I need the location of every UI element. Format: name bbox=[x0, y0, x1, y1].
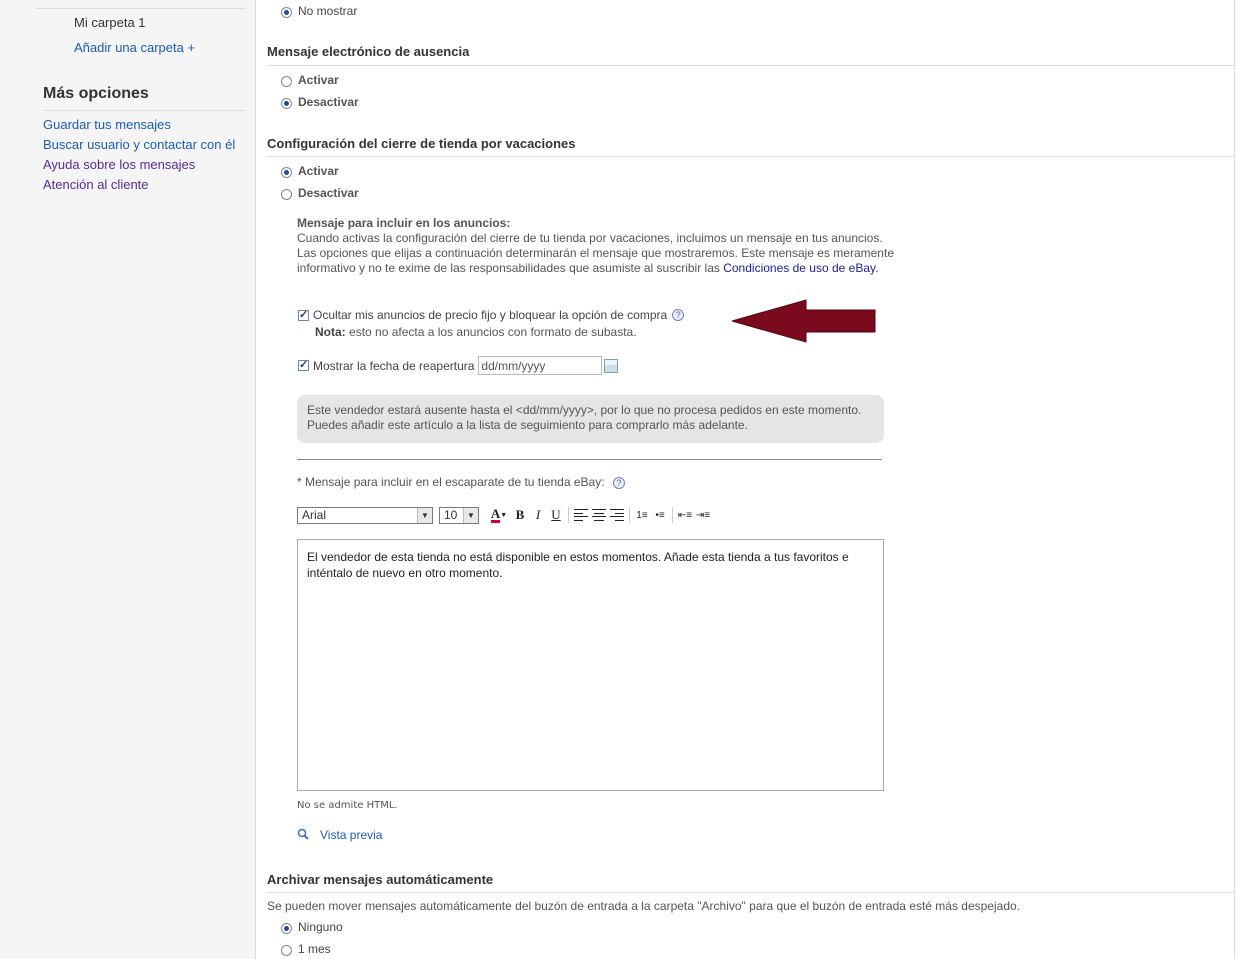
info-text-end: . bbox=[875, 261, 879, 275]
font-color-icon[interactable]: A ▼ bbox=[487, 506, 511, 524]
radio-button[interactable] bbox=[281, 167, 292, 178]
bullet-list-icon[interactable]: •≡ bbox=[651, 506, 669, 524]
editor-toolbar: Arial ▼ 10 ▼ A ▼ B I U 1≡ •≡ ⇤≡ ⇥≡ bbox=[297, 505, 712, 525]
radio-label: Ninguno bbox=[298, 919, 343, 934]
chevron-down-icon: ▼ bbox=[417, 507, 432, 523]
align-center-icon[interactable] bbox=[590, 506, 608, 524]
calendar-icon[interactable] bbox=[604, 358, 619, 373]
chevron-down-icon: ▼ bbox=[463, 507, 478, 523]
radio-button[interactable] bbox=[281, 98, 292, 109]
font-size-select[interactable]: 10 ▼ bbox=[439, 506, 479, 524]
underline-icon[interactable]: U bbox=[547, 506, 565, 524]
radio-button[interactable] bbox=[281, 76, 292, 87]
checkbox-label: Ocultar mis anuncios de precio fijo y bl… bbox=[313, 308, 668, 322]
radio-button[interactable] bbox=[281, 923, 292, 934]
more-options-title: Más opciones bbox=[43, 85, 149, 102]
section-divider bbox=[297, 459, 882, 460]
font-family-value: Arial bbox=[302, 508, 327, 522]
store-message-text: * Mensaje para incluir en el escaparate … bbox=[297, 475, 605, 489]
radio-button[interactable] bbox=[281, 7, 292, 18]
radio-absence-on[interactable]: Activar bbox=[281, 72, 339, 87]
section-divider bbox=[267, 892, 1235, 893]
content-border bbox=[1234, 0, 1235, 959]
radio-button[interactable] bbox=[281, 945, 292, 956]
radio-absence-off[interactable]: Desactivar bbox=[281, 94, 359, 109]
save-messages-link[interactable]: Guardar tus mensajes bbox=[43, 117, 171, 132]
messages-help-link[interactable]: Ayuda sobre los mensajes bbox=[43, 157, 195, 172]
radio-no-show[interactable]: No mostrar bbox=[281, 3, 357, 18]
radio-vacation-off[interactable]: Desactivar bbox=[281, 185, 359, 200]
radio-label: No mostrar bbox=[298, 3, 358, 18]
vacation-preview-bubble: Este vendedor estará ausente hasta el <d… bbox=[297, 395, 884, 443]
font-size-value: 10 bbox=[444, 508, 458, 522]
radio-button[interactable] bbox=[281, 189, 292, 200]
bold-icon[interactable]: B bbox=[511, 506, 529, 524]
archive-section-title: Archivar mensajes automáticamente bbox=[267, 872, 494, 887]
align-left-icon[interactable] bbox=[572, 506, 590, 524]
store-message-editor[interactable]: El vendedor de esta tienda no está dispo… bbox=[297, 539, 884, 791]
radio-label: Activar bbox=[298, 72, 339, 87]
sidebar-divider bbox=[43, 110, 246, 111]
terms-of-use-link[interactable]: Condiciones de uso de eBay bbox=[723, 261, 875, 275]
magnifier-icon bbox=[297, 828, 309, 840]
store-message-label: * Mensaje para incluir en el escaparate … bbox=[297, 475, 625, 489]
radio-archive-month[interactable]: 1 mes bbox=[281, 941, 331, 956]
help-icon[interactable]: ? bbox=[672, 309, 685, 321]
sidebar-divider bbox=[35, 8, 246, 9]
customer-service-link[interactable]: Atención al cliente bbox=[43, 177, 149, 192]
find-user-link[interactable]: Buscar usuario y contactar con él bbox=[43, 137, 235, 152]
section-divider bbox=[267, 156, 1235, 157]
archive-description: Se pueden mover mensajes automáticamente… bbox=[267, 899, 1020, 913]
preview-link[interactable]: Vista previa bbox=[297, 828, 382, 842]
align-right-icon[interactable] bbox=[608, 506, 626, 524]
main-content: No mostrar Mensaje electrónico de ausenc… bbox=[257, 0, 1237, 959]
hide-listings-option[interactable]: Ocultar mis anuncios de precio fijo y bl… bbox=[298, 308, 685, 322]
italic-icon[interactable]: I bbox=[529, 506, 547, 524]
preview-label: Vista previa bbox=[320, 828, 383, 842]
numbered-list-icon[interactable]: 1≡ bbox=[633, 506, 651, 524]
outdent-icon[interactable]: ⇤≡ bbox=[676, 506, 694, 524]
no-html-note: No se admite HTML. bbox=[297, 800, 398, 811]
note-text: esto no afecta a los anuncios con format… bbox=[349, 325, 637, 339]
absence-section-title: Mensaje electrónico de ausencia bbox=[267, 44, 470, 59]
auction-note: Nota: esto no afecta a los anuncios con … bbox=[315, 325, 637, 339]
annotation-arrow-icon bbox=[732, 299, 876, 343]
reopen-date-input[interactable] bbox=[478, 356, 603, 375]
indent-icon[interactable]: ⇥≡ bbox=[694, 506, 712, 524]
checkbox-label: Mostrar la fecha de reapertura bbox=[313, 358, 475, 373]
listing-message-info: Mensaje para incluir en los anuncios: Cu… bbox=[297, 216, 900, 276]
radio-archive-none[interactable]: Ninguno bbox=[281, 919, 343, 934]
show-reopen-date-option[interactable]: Mostrar la fecha de reapertura bbox=[298, 356, 619, 375]
vacation-section-title: Configuración del cierre de tienda por v… bbox=[267, 136, 576, 151]
font-family-select[interactable]: Arial ▼ bbox=[297, 506, 433, 524]
radio-label: Desactivar bbox=[298, 185, 359, 200]
add-folder-link[interactable]: Añadir una carpeta + bbox=[74, 40, 195, 55]
info-heading: Mensaje para incluir en los anuncios: bbox=[297, 216, 511, 230]
help-icon[interactable]: ? bbox=[612, 477, 625, 489]
left-sidebar: Mi carpeta 1 Añadir una carpeta + Más op… bbox=[0, 0, 256, 959]
radio-label: Activar bbox=[298, 163, 339, 178]
radio-vacation-on[interactable]: Activar bbox=[281, 163, 339, 178]
radio-label: Desactivar bbox=[298, 94, 359, 109]
folder-item[interactable]: Mi carpeta 1 bbox=[74, 15, 146, 30]
radio-label: 1 mes bbox=[298, 941, 331, 956]
show-date-checkbox[interactable] bbox=[298, 358, 309, 371]
note-label: Nota: bbox=[315, 325, 346, 339]
hide-listings-checkbox[interactable] bbox=[298, 308, 309, 321]
section-divider bbox=[267, 65, 1235, 66]
